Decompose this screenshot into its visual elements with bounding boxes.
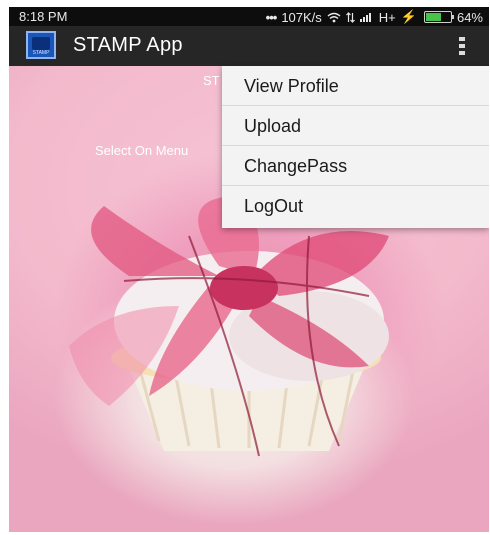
network-type: H+ <box>378 9 396 25</box>
battery-icon <box>423 11 454 23</box>
overflow-dropdown-menu: View Profile Upload ChangePass LogOut <box>222 66 489 228</box>
status-time: 8:18 PM <box>19 9 68 24</box>
app-bar: STAMP STAMP App <box>9 26 489 66</box>
app-logo-text: STAMP <box>32 50 50 56</box>
menu-item-change-pass[interactable]: ChangePass <box>222 146 489 186</box>
menu-item-view-profile[interactable]: View Profile <box>222 66 489 106</box>
wifi-icon <box>327 12 341 22</box>
data-arrows-icon <box>345 11 355 23</box>
battery-percent: 64% <box>456 9 483 25</box>
battery-fill <box>425 13 442 21</box>
instruction-text: Select On Menu <box>95 143 189 158</box>
menu-item-upload[interactable]: Upload <box>222 106 489 146</box>
status-bar: 8:18 PM ••• 107K/s H+ ⚡ 64% <box>9 7 489 26</box>
network-speed: 107K/s <box>281 9 322 25</box>
dots-icon: ••• <box>265 9 278 25</box>
overflow-menu-icon[interactable] <box>459 37 467 55</box>
signal-icon <box>359 13 371 22</box>
page-heading: ST <box>203 73 220 88</box>
app-logo-icon: STAMP <box>26 31 56 59</box>
status-icons: ••• 107K/s H+ ⚡ 64% <box>266 9 483 25</box>
charging-icon: ⚡ <box>400 9 417 24</box>
phone-screen: 8:18 PM ••• 107K/s H+ ⚡ 64% STAMP STAMP … <box>9 7 489 532</box>
menu-item-logout[interactable]: LogOut <box>222 186 489 226</box>
app-title: STAMP App <box>73 34 183 56</box>
